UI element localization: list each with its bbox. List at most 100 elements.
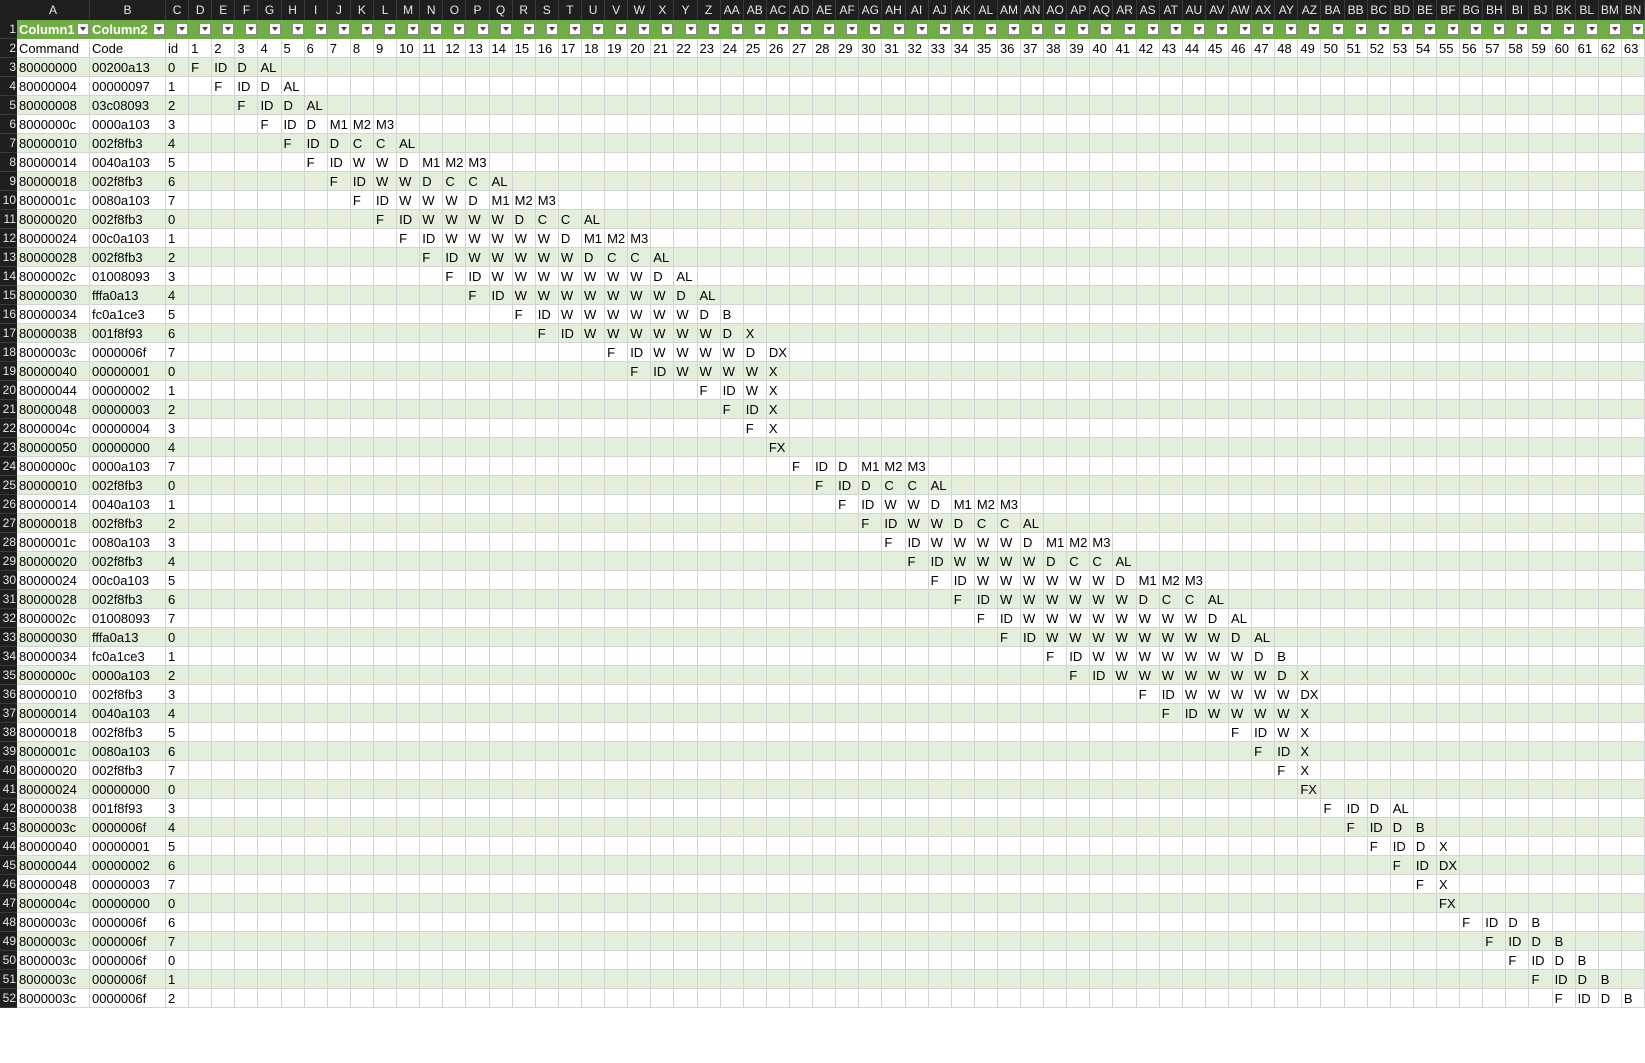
empty-cell[interactable]: [1621, 115, 1645, 134]
column-header[interactable]: BJ: [1529, 0, 1553, 20]
column-header[interactable]: U: [581, 0, 606, 20]
empty-cell[interactable]: [512, 932, 536, 951]
stage-cell[interactable]: M3: [535, 191, 559, 210]
empty-cell[interactable]: [789, 989, 814, 1008]
command-cell[interactable]: 80000018: [17, 514, 90, 533]
empty-cell[interactable]: [489, 647, 513, 666]
empty-cell[interactable]: [720, 989, 744, 1008]
empty-cell[interactable]: [743, 58, 767, 77]
empty-cell[interactable]: [1621, 400, 1645, 419]
empty-cell[interactable]: [1136, 932, 1160, 951]
empty-cell[interactable]: [1044, 476, 1068, 495]
empty-cell[interactable]: [350, 419, 374, 438]
empty-cell[interactable]: [327, 77, 351, 96]
empty-cell[interactable]: [581, 685, 606, 704]
stage-cell[interactable]: ID: [1090, 666, 1114, 685]
empty-cell[interactable]: [1529, 305, 1553, 324]
empty-cell[interactable]: [651, 856, 675, 875]
stage-cell[interactable]: D: [327, 134, 351, 153]
empty-cell[interactable]: [350, 267, 374, 286]
empty-cell[interactable]: [651, 932, 675, 951]
empty-cell[interactable]: [628, 134, 652, 153]
empty-cell[interactable]: [350, 989, 374, 1008]
empty-cell[interactable]: [1136, 514, 1160, 533]
empty-cell[interactable]: [1413, 58, 1438, 77]
empty-cell[interactable]: [1136, 761, 1160, 780]
empty-cell[interactable]: [466, 704, 490, 723]
empty-cell[interactable]: [1252, 913, 1276, 932]
empty-cell[interactable]: [1113, 248, 1137, 267]
empty-cell[interactable]: [581, 989, 606, 1008]
stage-cell[interactable]: D: [1598, 989, 1622, 1008]
empty-cell[interactable]: [1598, 438, 1622, 457]
empty-cell[interactable]: [1136, 552, 1160, 571]
empty-cell[interactable]: [628, 590, 652, 609]
header-cell[interactable]: 2: [212, 39, 236, 58]
empty-cell[interactable]: [581, 647, 606, 666]
empty-cell[interactable]: [1460, 457, 1484, 476]
empty-cell[interactable]: [304, 343, 328, 362]
empty-cell[interactable]: [928, 58, 952, 77]
empty-cell[interactable]: [1021, 780, 1045, 799]
empty-cell[interactable]: [836, 248, 860, 267]
header-cell[interactable]: 50: [1321, 39, 1345, 58]
empty-cell[interactable]: [1552, 761, 1576, 780]
empty-cell[interactable]: [1182, 780, 1206, 799]
empty-cell[interactable]: [882, 837, 906, 856]
code-cell[interactable]: 0000006f: [90, 913, 166, 932]
empty-cell[interactable]: [304, 818, 328, 837]
empty-cell[interactable]: [1021, 191, 1045, 210]
empty-cell[interactable]: [697, 210, 721, 229]
empty-cell[interactable]: [1552, 172, 1576, 191]
row-header[interactable]: 35: [0, 666, 17, 685]
empty-cell[interactable]: [974, 134, 998, 153]
empty-cell[interactable]: [1367, 381, 1391, 400]
table-header-cell[interactable]: [1413, 20, 1438, 39]
empty-cell[interactable]: [1090, 818, 1114, 837]
stage-cell[interactable]: F: [235, 96, 259, 115]
column-header[interactable]: E: [212, 0, 236, 20]
empty-cell[interactable]: [1367, 229, 1391, 248]
empty-cell[interactable]: [1621, 96, 1645, 115]
empty-cell[interactable]: [1552, 685, 1576, 704]
filter-dropdown-icon[interactable]: [869, 23, 882, 35]
empty-cell[interactable]: [1483, 229, 1507, 248]
empty-cell[interactable]: [1067, 58, 1091, 77]
empty-cell[interactable]: [1205, 913, 1230, 932]
empty-cell[interactable]: [258, 362, 282, 381]
empty-cell[interactable]: [350, 780, 374, 799]
table-header-cell[interactable]: [605, 20, 629, 39]
column-header[interactable]: R: [512, 0, 536, 20]
empty-cell[interactable]: [535, 419, 559, 438]
empty-cell[interactable]: [304, 837, 328, 856]
empty-cell[interactable]: [813, 191, 837, 210]
empty-cell[interactable]: [674, 666, 698, 685]
empty-cell[interactable]: [628, 400, 652, 419]
empty-cell[interactable]: [974, 913, 998, 932]
empty-cell[interactable]: [928, 96, 952, 115]
empty-cell[interactable]: [720, 628, 744, 647]
empty-cell[interactable]: [1113, 704, 1137, 723]
empty-cell[interactable]: [628, 647, 652, 666]
empty-cell[interactable]: [674, 153, 698, 172]
empty-cell[interactable]: [743, 533, 767, 552]
empty-cell[interactable]: [674, 894, 698, 913]
empty-cell[interactable]: [1506, 58, 1530, 77]
empty-cell[interactable]: [350, 305, 374, 324]
stage-cell[interactable]: ID: [1575, 989, 1599, 1008]
stage-cell[interactable]: W: [1113, 628, 1137, 647]
empty-cell[interactable]: [558, 609, 582, 628]
empty-cell[interactable]: [1529, 837, 1553, 856]
empty-cell[interactable]: [212, 856, 236, 875]
empty-cell[interactable]: [1159, 248, 1183, 267]
empty-cell[interactable]: [535, 457, 559, 476]
empty-cell[interactable]: [720, 115, 744, 134]
empty-cell[interactable]: [420, 77, 444, 96]
empty-cell[interactable]: [1321, 172, 1345, 191]
stage-cell[interactable]: X: [1298, 704, 1322, 723]
empty-cell[interactable]: [1413, 932, 1438, 951]
empty-cell[interactable]: [1021, 704, 1045, 723]
empty-cell[interactable]: [350, 628, 374, 647]
empty-cell[interactable]: [1529, 96, 1553, 115]
empty-cell[interactable]: [327, 343, 351, 362]
